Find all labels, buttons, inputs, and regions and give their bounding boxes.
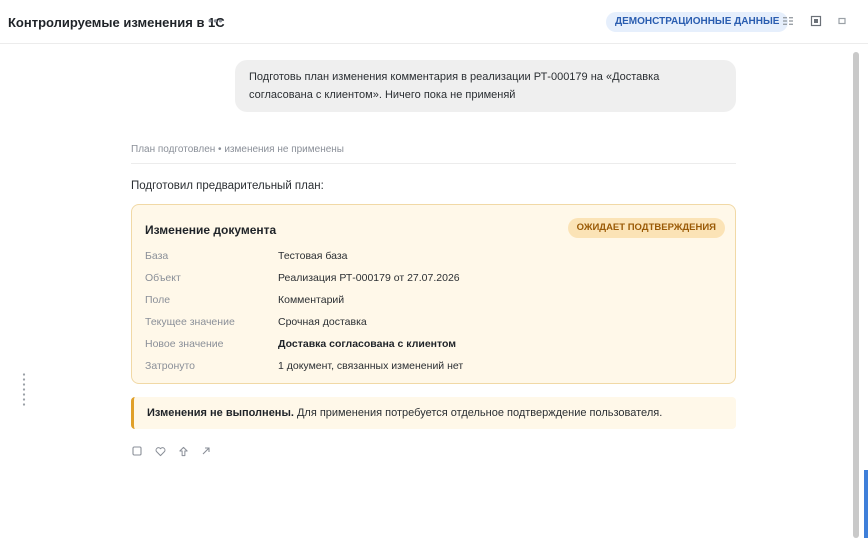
window-edge	[864, 470, 868, 538]
plan-row-value: Доставка согласована с клиентом	[278, 338, 457, 350]
plan-row-label: Текущее значение	[145, 316, 235, 328]
plan-row-label: Объект	[145, 272, 181, 284]
plan-row-value: Срочная доставка	[278, 316, 367, 328]
share-icon[interactable]	[199, 444, 213, 458]
plan-row-value: Комментарий	[278, 294, 345, 306]
grid-icon[interactable]	[780, 13, 796, 29]
like-icon[interactable]	[153, 444, 167, 458]
page-title: Контролируемые изменения в 1С	[8, 15, 225, 30]
scrollbar-thumb[interactable]	[853, 52, 859, 538]
plan-card: Изменение документа ОЖИДАЕТ ПОДТВЕРЖДЕНИ…	[131, 204, 736, 384]
warning-callout: Изменения не выполнены. Для применения п…	[131, 397, 736, 429]
plan-row-label: Затронуто	[145, 360, 196, 372]
drag-handle[interactable]	[22, 372, 26, 406]
warning-bold: Изменения не выполнены.	[147, 407, 294, 419]
warning-text: Для применения потребуется отдельное под…	[293, 407, 663, 419]
panel-icon[interactable]	[808, 13, 824, 29]
plan-row-value: 1 документ, связанных изменений нет	[278, 360, 464, 372]
demo-data-badge: ДЕМОНСТРАЦИОННЫЕ ДАННЫЕ	[606, 12, 789, 32]
plan-row-value: Реализация РТ-000179 от 27.07.2026	[278, 272, 460, 284]
plan-row-value: Тестовая база	[278, 250, 348, 262]
dislike-icon[interactable]	[176, 444, 190, 458]
plan-row-label: Новое значение	[145, 338, 224, 350]
plan-card-title: Изменение документа	[145, 223, 277, 237]
plan-row-label: Поле	[145, 294, 171, 306]
assistant-intro: Подготовил предварительный план:	[131, 180, 324, 192]
status-line: План подготовлен • изменения не применен…	[131, 144, 344, 155]
copy-icon[interactable]	[130, 444, 144, 458]
divider	[131, 163, 736, 164]
status-badge: ОЖИДАЕТ ПОДТВЕРЖДЕНИЯ	[567, 218, 725, 238]
titlebar: Контролируемые изменения в 1С ••• ДЕМОНС…	[0, 0, 868, 44]
window-icon[interactable]	[834, 13, 850, 29]
plan-row-label: База	[145, 250, 169, 262]
more-horizontal-icon[interactable]: •••	[208, 14, 224, 28]
user-message: Подготовь план изменения комментария в р…	[235, 60, 736, 112]
